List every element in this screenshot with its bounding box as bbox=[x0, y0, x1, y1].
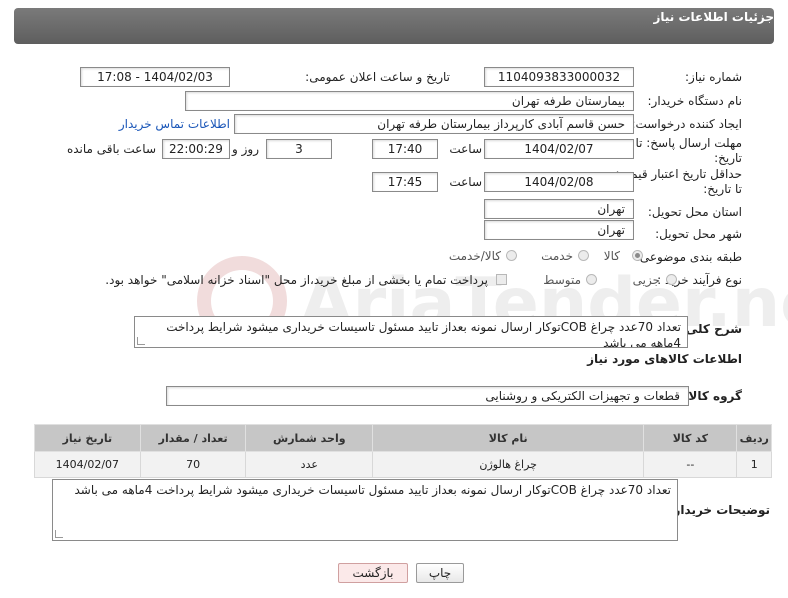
treasury-payment-checkbox[interactable] bbox=[496, 274, 507, 285]
treasury-payment-note: پرداخت تمام یا بخشی از مبلغ خرید،از محل … bbox=[105, 273, 488, 287]
cell-code: -- bbox=[643, 451, 738, 478]
province-field[interactable]: تهران bbox=[484, 199, 634, 219]
deadline-date-field[interactable]: 1404/02/07 bbox=[484, 139, 634, 159]
process-minor-radio[interactable] bbox=[666, 274, 677, 285]
col-header-quantity: تعداد / مقدار bbox=[139, 424, 247, 452]
buyer-notes-text: تعداد 70عدد چراغ COBتوکار ارسال نمونه بع… bbox=[74, 483, 671, 497]
cell-row: 1 bbox=[736, 451, 772, 478]
process-medium-radio[interactable] bbox=[586, 274, 597, 285]
deadline-time-label: ساعت bbox=[449, 142, 482, 156]
goods-table: ردیف کد کالا نام کالا واحد شمارش تعداد /… bbox=[34, 424, 772, 478]
cell-unit: عدد bbox=[245, 451, 374, 478]
category-goods-label: کالا bbox=[603, 249, 620, 263]
days-remaining-field[interactable]: 3 bbox=[266, 139, 332, 159]
description-textarea[interactable]: تعداد 70عدد چراغ COBتوکار ارسال نمونه بع… bbox=[134, 316, 688, 348]
need-number-label: شماره نیاز: bbox=[685, 70, 742, 84]
buyer-contact-link[interactable]: اطلاعات تماس خریدار bbox=[119, 117, 230, 131]
price-validity-label-2: تا تاریخ: bbox=[703, 182, 742, 196]
col-header-code: کد کالا bbox=[643, 424, 738, 452]
city-label: شهر محل تحویل: bbox=[655, 227, 742, 241]
price-validity-date-field[interactable]: 1404/02/08 bbox=[484, 172, 634, 192]
announce-label: تاریخ و ساعت اعلان عمومی: bbox=[305, 70, 450, 84]
process-medium-label: متوسط bbox=[543, 273, 581, 287]
buyer-org-field[interactable]: بیمارستان طرفه تهران bbox=[185, 91, 634, 111]
category-service-label: خدمت bbox=[541, 249, 573, 263]
deadline-time-field[interactable]: 17:40 bbox=[372, 139, 438, 159]
goods-section-title: اطلاعات کالاهای مورد نیاز bbox=[587, 352, 742, 366]
creator-field[interactable]: حسن قاسم آبادی کارپرداز بیمارستان طرفه ت… bbox=[234, 114, 634, 134]
announce-field[interactable]: 1404/02/03 - 17:08 bbox=[80, 67, 230, 87]
goods-group-label: گروه کالا: bbox=[683, 389, 742, 403]
buyer-org-label: نام دستگاه خریدار: bbox=[647, 94, 743, 108]
resize-grip-icon[interactable] bbox=[55, 530, 63, 538]
buyer-notes-label: توضیحات خریدار: bbox=[668, 503, 770, 517]
back-button[interactable]: بازگشت bbox=[338, 563, 408, 583]
deadline-label-2: تاریخ: bbox=[714, 151, 742, 165]
need-number-field[interactable]: 1104093833000032 bbox=[484, 67, 634, 87]
category-goods-radio[interactable] bbox=[632, 250, 643, 261]
time-remaining-field[interactable]: 22:00:29 bbox=[162, 139, 230, 159]
creator-label: ایجاد کننده درخواست: bbox=[631, 117, 742, 131]
buyer-notes-textarea[interactable]: تعداد 70عدد چراغ COBتوکار ارسال نمونه بع… bbox=[52, 479, 678, 541]
time-remaining-label: ساعت باقی مانده bbox=[66, 142, 156, 156]
print-button[interactable]: چاپ bbox=[416, 563, 464, 583]
table-row: 1 -- چراغ هالوژن عدد 70 1404/02/07 bbox=[34, 451, 772, 478]
category-goods-service-radio[interactable] bbox=[506, 250, 517, 261]
cell-date: 1404/02/07 bbox=[34, 451, 141, 478]
deadline-label: مهلت ارسال پاسخ: تا bbox=[635, 136, 742, 150]
price-validity-time-label: ساعت bbox=[449, 175, 482, 189]
process-minor-label: جزیی bbox=[632, 273, 660, 287]
page-title: جزئیات اطلاعات نیاز bbox=[653, 10, 774, 24]
col-header-row: ردیف bbox=[736, 424, 772, 452]
days-label: روز و bbox=[232, 142, 259, 156]
description-text: تعداد 70عدد چراغ COBتوکار ارسال نمونه بع… bbox=[166, 320, 681, 348]
col-header-date: تاریخ نیاز bbox=[34, 424, 141, 452]
goods-table-header: ردیف کد کالا نام کالا واحد شمارش تعداد /… bbox=[34, 424, 772, 452]
cell-quantity: 70 bbox=[139, 451, 247, 478]
resize-grip-icon[interactable] bbox=[137, 337, 145, 345]
col-header-unit: واحد شمارش bbox=[245, 424, 374, 452]
category-goods-service-label: کالا/خدمت bbox=[448, 249, 501, 263]
col-header-name: نام کالا bbox=[372, 424, 645, 452]
cell-name: چراغ هالوژن bbox=[372, 451, 645, 478]
category-label: طبقه بندی موضوعی: bbox=[635, 250, 742, 264]
category-service-radio[interactable] bbox=[578, 250, 589, 261]
price-validity-label: حداقل تاریخ اعتبار قیمت: bbox=[615, 167, 742, 181]
province-label: استان محل تحویل: bbox=[647, 205, 742, 219]
city-field[interactable]: تهران bbox=[484, 220, 634, 240]
goods-group-field[interactable]: قطعات و تجهیزات الکتریکی و روشنایی bbox=[166, 386, 689, 406]
price-validity-time-field[interactable]: 17:45 bbox=[372, 172, 438, 192]
